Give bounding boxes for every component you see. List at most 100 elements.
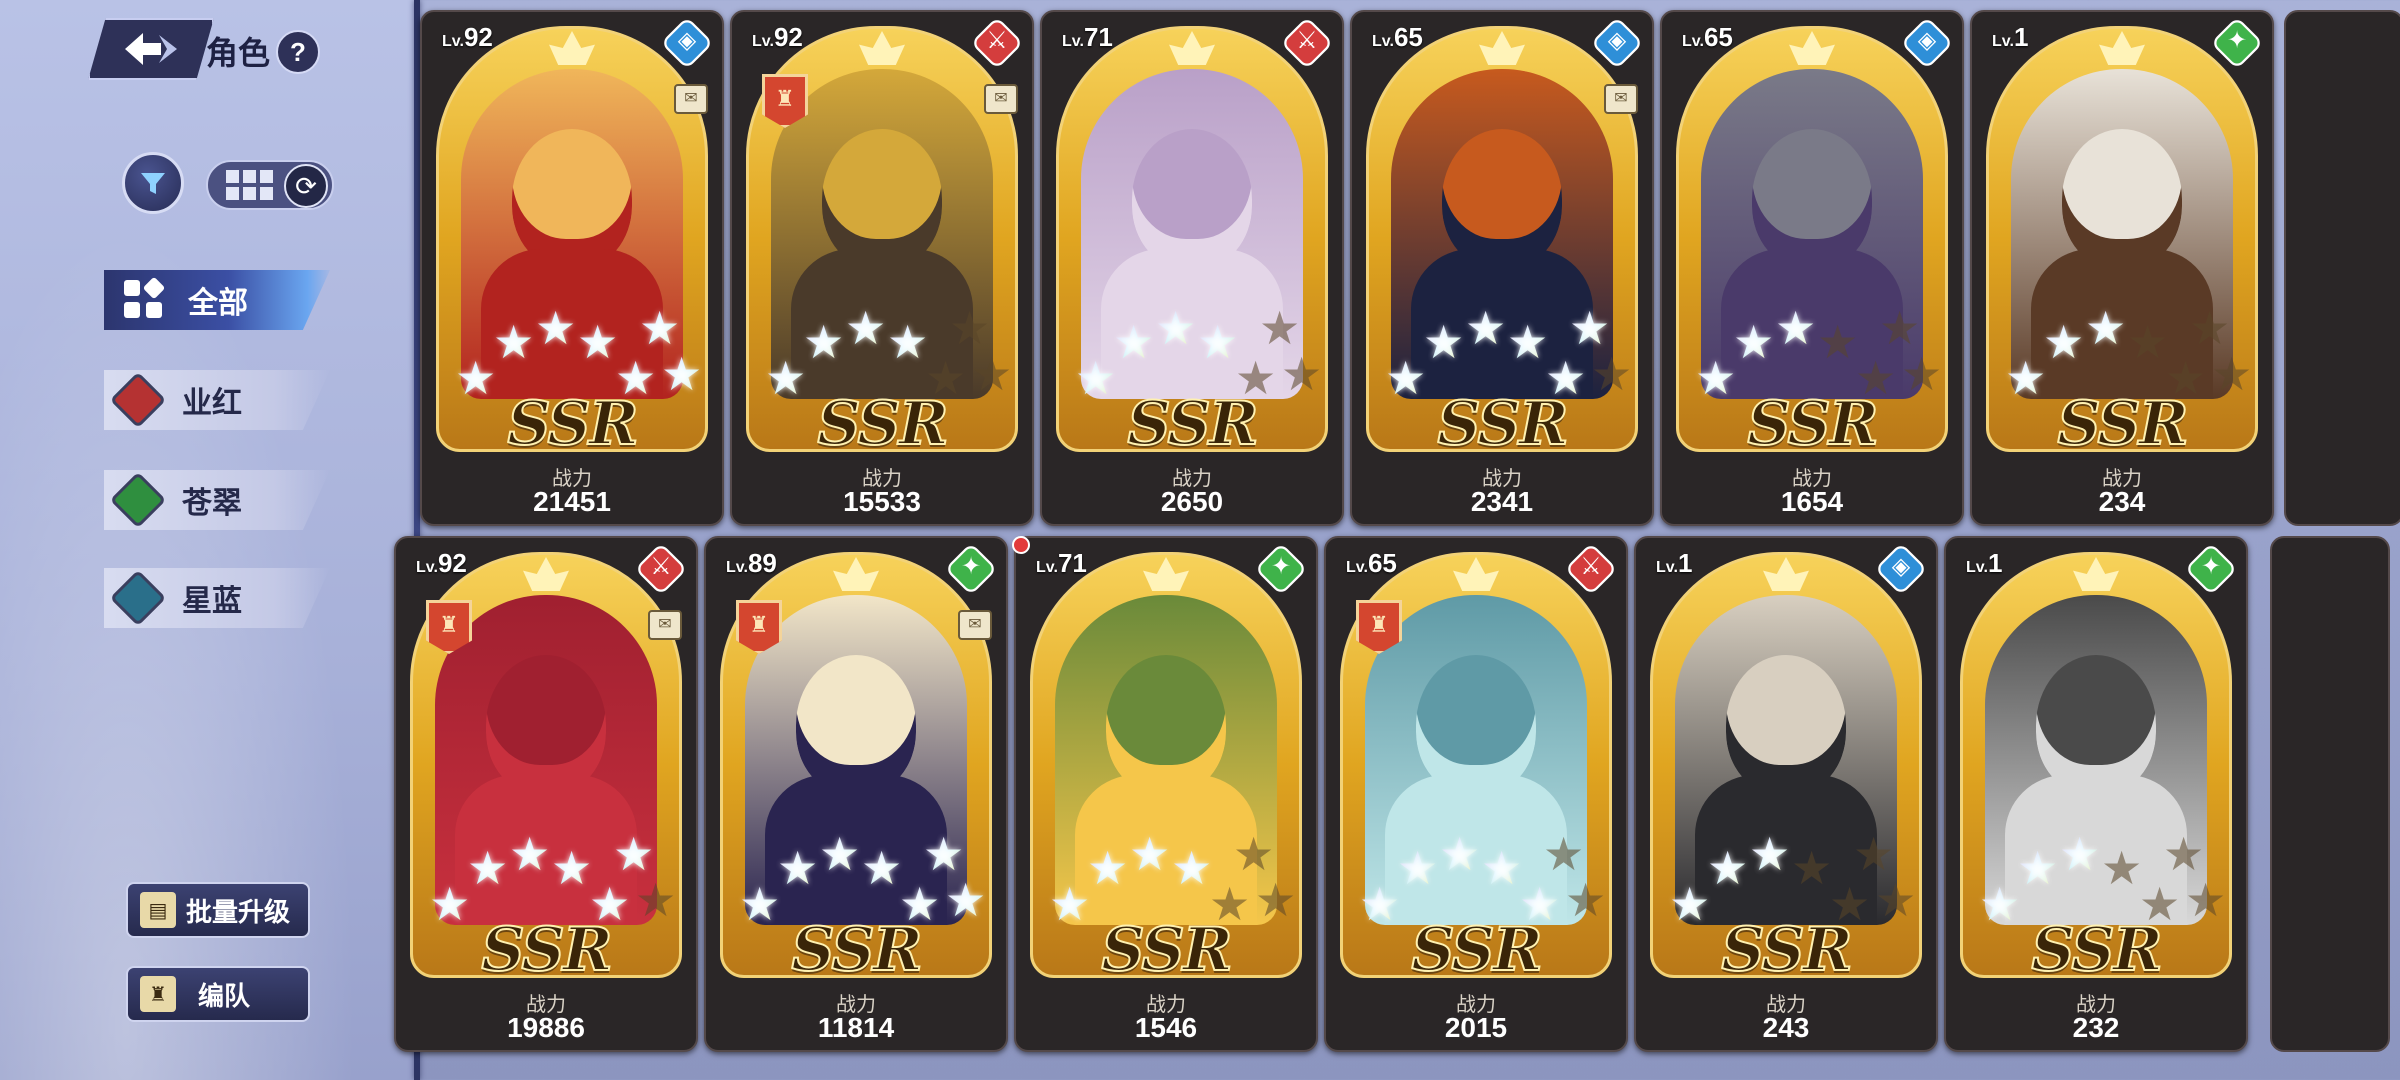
star-filled-icon: ★ (1749, 828, 1791, 880)
power-value: 21451 (533, 486, 611, 517)
power-value: 11814 (817, 1012, 895, 1043)
star-filled-icon: ★ (1049, 878, 1091, 930)
character-card[interactable]: ★ ★ ★ ★ ★ ★ ★ SSR Lv.92 ⚔ ✉ ♜ 战力 15533 (730, 10, 1034, 526)
star-filled-icon: ★ (1423, 316, 1465, 368)
help-button[interactable]: ? (276, 30, 320, 74)
star-filled-icon: ★ (887, 316, 929, 368)
star-filled-icon: ★ (1385, 352, 1427, 404)
star-filled-icon: ★ (2017, 842, 2059, 894)
crest-icon (2099, 31, 2145, 65)
rarity-badge: SSR (790, 914, 923, 978)
element-glyph: ◈ (677, 27, 697, 54)
formation-label: 编队 (198, 980, 251, 1011)
star-empty-icon: ★ (1543, 828, 1585, 880)
star-filled-icon: ★ (2059, 828, 2101, 880)
category-label: 业红 (182, 387, 242, 420)
star-filled-icon: ★ (1707, 842, 1749, 894)
star-empty-icon: ★ (2185, 874, 2227, 926)
character-card[interactable]: ★ ★ ★ ★ ★ ★ ★ SSR Lv.71 ✦ 战力 1546 (1014, 536, 1318, 1052)
rarity-badge: SSR (1436, 388, 1569, 452)
category-green[interactable]: 苍翠 (104, 470, 330, 530)
star-empty-icon: ★ (2189, 302, 2231, 354)
crest-icon (523, 557, 569, 591)
star-filled-icon: ★ (765, 352, 807, 404)
character-card-partial[interactable] (2284, 10, 2400, 526)
notification-dot (1012, 536, 1030, 554)
star-empty-icon: ★ (1565, 874, 1607, 926)
star-empty-icon: ★ (2211, 348, 2253, 400)
character-card[interactable]: ★ ★ ★ ★ ★ ★ ★ SSR Lv.89 ✦ ✉ ♜ 战力 11814 (704, 536, 1008, 1052)
star-filled-icon: ★ (1087, 842, 1129, 894)
star-filled-icon: ★ (1669, 878, 1711, 930)
level-text: Lv.65 (1346, 548, 1397, 578)
star-filled-icon: ★ (1155, 302, 1197, 354)
character-card[interactable]: ★ ★ ★ ★ ★ ★ ★ SSR Lv.65 ⚔ ♜ 战力 2015 (1324, 536, 1628, 1052)
character-card[interactable]: ★ ★ ★ ★ ★ ★ ★ SSR Lv.65 ◈ ✉ 战力 2341 (1350, 10, 1654, 526)
element-glyph: ◈ (1607, 27, 1627, 54)
power-value: 234 (2098, 486, 2146, 517)
star-empty-icon: ★ (971, 348, 1013, 400)
crest-icon (1763, 557, 1809, 591)
grid-view-icon[interactable] (226, 170, 274, 202)
funnel-icon (141, 173, 165, 194)
category-label: 星蓝 (182, 585, 242, 618)
star-filled-icon: ★ (1397, 842, 1439, 894)
blue-element-icon (109, 569, 167, 627)
power-value: 1654 (1780, 486, 1844, 517)
category-blue[interactable]: 星蓝 (104, 568, 330, 628)
character-card[interactable]: ★ ★ ★ ★ ★ ★ ★ SSR Lv.1 ✦ 战力 232 (1944, 536, 2248, 1052)
character-card[interactable]: ★ ★ ★ ★ ★ ★ ★ SSR Lv.71 ⚔ 战力 2650 (1040, 10, 1344, 526)
star-filled-icon: ★ (2005, 352, 2047, 404)
scroll-icon: ✉ (958, 610, 992, 640)
character-card[interactable]: ★ ★ ★ ★ ★ ★ ★ SSR Lv.65 ◈ 战力 1654 (1660, 10, 1964, 526)
star-empty-icon: ★ (1281, 348, 1323, 400)
character-card[interactable]: ★ ★ ★ ★ ★ ★ ★ SSR Lv.92 ◈ ✉ 战力 21451 (420, 10, 724, 526)
level-text: Lv.65 (1682, 22, 1733, 52)
star-filled-icon: ★ (1569, 302, 1611, 354)
level-text: Lv.92 (442, 22, 493, 52)
power-value: 1546 (1134, 1012, 1198, 1043)
star-filled-icon: ★ (2043, 316, 2085, 368)
rarity-badge: SSR (506, 388, 639, 452)
crest-icon (1143, 557, 1189, 591)
element-glyph: ⚔ (1580, 553, 1602, 580)
element-glyph: ✦ (960, 553, 982, 580)
star-filled-icon: ★ (739, 878, 781, 930)
character-card[interactable]: ★ ★ ★ ★ ★ ★ ★ SSR Lv.1 ✦ 战力 234 (1970, 10, 2274, 526)
formation-button[interactable]: ♜ 编队 (126, 966, 310, 1022)
card-art-frame: ★ ★ ★ ★ ★ ★ ★ SSR (1056, 26, 1328, 452)
star-empty-icon: ★ (1879, 302, 1921, 354)
character-card[interactable]: ★ ★ ★ ★ ★ ★ ★ SSR Lv.92 ⚔ ✉ ♜ 战力 19886 (394, 536, 698, 1052)
crest-icon (1479, 31, 1525, 65)
star-filled-icon: ★ (1171, 842, 1213, 894)
star-filled-icon: ★ (551, 842, 593, 894)
back-button[interactable] (88, 18, 214, 80)
character-card-partial[interactable] (2270, 536, 2390, 1052)
refresh-icon[interactable]: ⟳ (284, 164, 328, 208)
crest-icon (549, 31, 595, 65)
rarity-badge: SSR (1410, 914, 1543, 978)
filter-button[interactable] (122, 152, 184, 214)
power-value: 2650 (1160, 486, 1224, 517)
category-red[interactable]: 业红 (104, 370, 330, 430)
power-value: 15533 (843, 486, 921, 517)
star-empty-icon: ★ (2127, 316, 2169, 368)
power-value: 19886 (507, 1012, 585, 1043)
star-filled-icon: ★ (1075, 352, 1117, 404)
scroll-icon: ✉ (1604, 84, 1638, 114)
category-all[interactable]: 全部 (104, 270, 330, 330)
crest-icon (1453, 557, 1499, 591)
card-art-frame: ★ ★ ★ ★ ★ ★ ★ SSR (1030, 552, 1302, 978)
star-filled-icon: ★ (1439, 828, 1481, 880)
page-title: 角色 (206, 35, 271, 71)
star-empty-icon: ★ (1591, 348, 1633, 400)
view-toggle[interactable]: ⟳ (206, 160, 334, 210)
category-label: 全部 (188, 287, 248, 320)
element-glyph: ⚔ (650, 553, 672, 580)
star-filled-icon: ★ (1481, 842, 1523, 894)
cards-icon: ▤ (140, 892, 176, 928)
card-art-frame: ★ ★ ★ ★ ★ ★ ★ SSR (1676, 26, 1948, 452)
star-filled-icon: ★ (661, 348, 703, 400)
character-card[interactable]: ★ ★ ★ ★ ★ ★ ★ SSR Lv.1 ◈ 战力 243 (1634, 536, 1938, 1052)
batch-upgrade-button[interactable]: ▤ 批量升级 (126, 882, 310, 938)
